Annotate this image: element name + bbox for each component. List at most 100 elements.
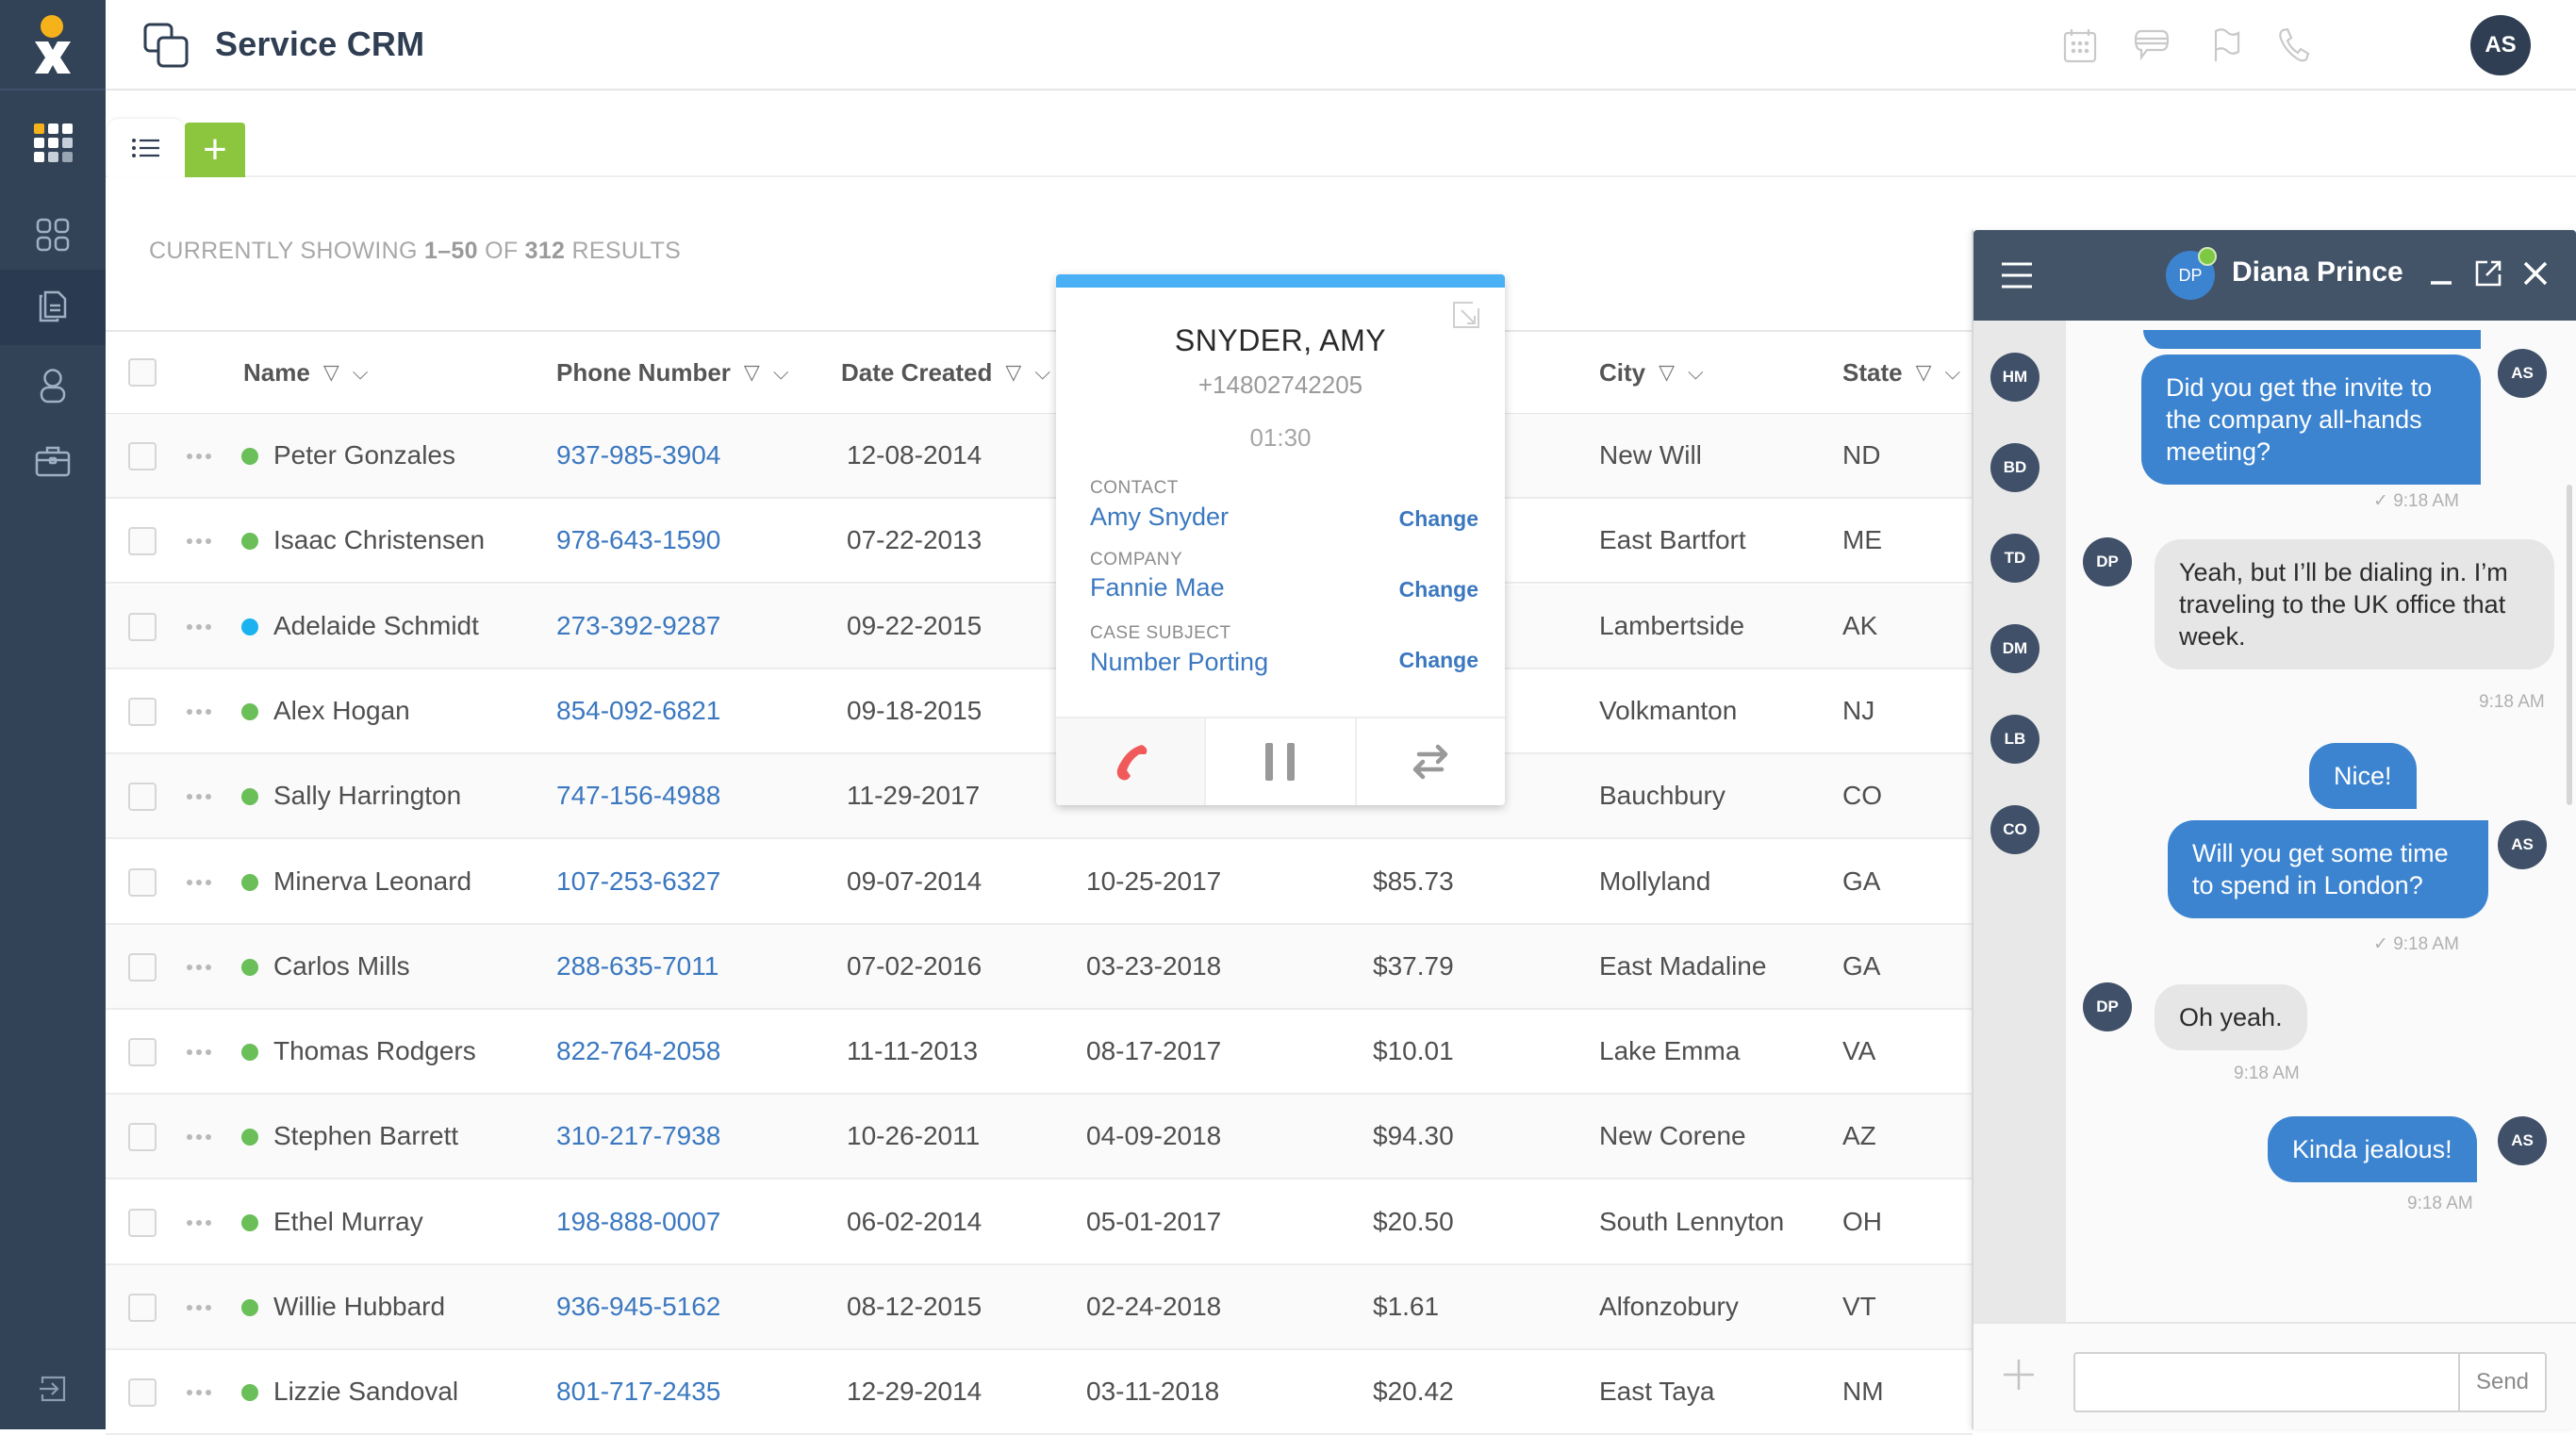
sidebar-item-apps[interactable] (0, 104, 106, 181)
row-actions-more-icon[interactable] (187, 1390, 211, 1396)
row-checkbox[interactable] (128, 1294, 157, 1322)
row-checkbox[interactable] (128, 1378, 157, 1408)
cell-phone[interactable]: 801-717-2435 (556, 1350, 720, 1433)
cell-name[interactable]: Thomas Rodgers (273, 1010, 476, 1093)
cell-name[interactable]: Lizzie Sandoval (273, 1350, 458, 1433)
row-actions-more-icon[interactable] (187, 794, 211, 800)
company-value[interactable]: Fannie Mae (1090, 573, 1225, 602)
cell-phone[interactable]: 822-764-2058 (556, 1010, 720, 1093)
sidebar-item-contacts[interactable] (0, 347, 106, 424)
sidebar-item-companies[interactable] (0, 422, 106, 500)
rail-contact-avatar[interactable]: DM (1990, 624, 2039, 673)
sidebar-item-dashboard[interactable] (0, 196, 106, 273)
chevron-down-icon[interactable]: ⌵ (1688, 360, 1704, 385)
column-header-city[interactable]: City ▽ ⌵ (1599, 332, 1704, 413)
table-row[interactable]: Alex Hogan 854-092-6821 09-18-2015 Volkmant… (106, 668, 1973, 754)
menu-icon[interactable] (1998, 258, 2036, 292)
table-row[interactable]: Thomas Rodgers 822-764-2058 11-11-2013 08-1… (106, 1010, 1973, 1096)
phone-button[interactable] (2274, 26, 2312, 64)
cell-phone[interactable]: 107-253-6327 (556, 840, 720, 923)
row-actions-more-icon[interactable] (187, 538, 211, 545)
cell-phone[interactable]: 936-945-5162 (556, 1265, 720, 1348)
table-row[interactable]: Willie Hubbard 936-945-5162 08-12-2015 02-2… (106, 1265, 1973, 1350)
table-row[interactable]: Minerva Leonard 107-253-6327 09-07-2014 10-… (106, 839, 1973, 925)
table-row[interactable]: Stephen Barrett 310-217-7938 10-26-2011 04-… (106, 1095, 1973, 1180)
table-row[interactable]: Adelaide Schmidt 273-392-9287 09-22-2015 La… (106, 584, 1973, 669)
cell-name[interactable]: Sally Harrington (273, 754, 461, 837)
rail-contact-avatar[interactable]: BD (1990, 443, 2039, 492)
filter-icon[interactable]: ▽ (1916, 360, 1932, 385)
table-row[interactable]: Peter Gonzales 937-985-3904 12-08-2014 New … (106, 414, 1973, 499)
row-actions-more-icon[interactable] (187, 1219, 211, 1226)
row-actions-more-icon[interactable] (187, 1134, 211, 1141)
change-contact-button[interactable]: Change (1399, 506, 1478, 532)
cell-name[interactable]: Carlos Mills (273, 925, 410, 1008)
row-actions-more-icon[interactable] (187, 964, 211, 970)
chevron-down-icon[interactable]: ⌵ (1034, 360, 1050, 385)
cell-name[interactable]: Minerva Leonard (273, 840, 471, 923)
row-actions-more-icon[interactable] (187, 1305, 211, 1311)
select-all-checkbox[interactable] (128, 358, 157, 387)
sidebar-item-cases[interactable] (0, 270, 106, 345)
contact-value[interactable]: Amy Snyder (1090, 503, 1229, 532)
row-checkbox[interactable] (128, 697, 157, 726)
filter-icon[interactable]: ▽ (1005, 360, 1021, 385)
cell-phone[interactable]: 288-635-7011 (556, 925, 718, 1008)
chat-scrollbar[interactable] (2567, 485, 2572, 805)
tab-list-view[interactable] (107, 119, 185, 177)
cell-phone[interactable]: 198-888-0007 (556, 1180, 720, 1263)
column-header-name[interactable]: Name ▽ ⌵ (243, 332, 368, 413)
cell-phone[interactable]: 310-217-7938 (556, 1095, 720, 1178)
cell-name[interactable]: Stephen Barrett (273, 1095, 458, 1178)
row-actions-more-icon[interactable] (187, 454, 211, 459)
table-row[interactable]: Lizzie Sandoval 801-717-2435 12-29-2014 03-… (106, 1350, 1973, 1435)
add-tab-button[interactable]: + (185, 123, 245, 177)
user-avatar[interactable]: AS (2470, 15, 2531, 75)
rail-contact-avatar[interactable]: HM (1990, 353, 2039, 402)
popout-button[interactable] (2471, 256, 2505, 290)
cell-name[interactable]: Ethel Murray (273, 1180, 423, 1263)
chevron-down-icon[interactable]: ⌵ (773, 360, 789, 385)
row-checkbox[interactable] (128, 1038, 157, 1067)
cell-name[interactable]: Isaac Christensen (273, 499, 485, 582)
change-case-subject-button[interactable]: Change (1399, 648, 1478, 673)
chevron-down-icon[interactable]: ⌵ (1945, 360, 1961, 385)
sidebar-logout[interactable] (0, 1350, 106, 1427)
row-checkbox[interactable] (128, 952, 157, 981)
row-checkbox[interactable] (128, 783, 157, 812)
chat-button[interactable] (2133, 26, 2171, 64)
row-actions-more-icon[interactable] (187, 1049, 211, 1056)
add-attachment-icon[interactable] (2000, 1356, 2038, 1394)
transfer-button[interactable] (1357, 718, 1505, 805)
send-button[interactable]: Send (2458, 1352, 2547, 1412)
row-checkbox[interactable] (128, 1208, 157, 1237)
row-checkbox[interactable] (128, 527, 157, 556)
hang-up-button[interactable] (1056, 718, 1207, 805)
table-row[interactable]: Carlos Mills 288-635-7011 07-02-2016 03-23-… (106, 924, 1973, 1010)
row-checkbox[interactable] (128, 867, 157, 897)
table-row[interactable]: Isaac Christensen 978-643-1590 07-22-2013 E… (106, 499, 1973, 585)
rail-contact-avatar[interactable]: LB (1990, 715, 2039, 764)
cell-phone[interactable]: 747-156-4988 (556, 754, 720, 837)
minimize-button[interactable] (2424, 256, 2458, 290)
flag-button[interactable] (2208, 26, 2246, 64)
filter-icon[interactable]: ▽ (744, 360, 760, 385)
app-logo[interactable] (0, 0, 106, 91)
cell-phone[interactable]: 273-392-9287 (556, 585, 720, 668)
table-row[interactable]: Ethel Murray 198-888-0007 06-02-2014 05-01-… (106, 1179, 1973, 1265)
column-header-phone[interactable]: Phone Number ▽ ⌵ (556, 332, 789, 413)
cell-name[interactable]: Willie Hubbard (273, 1265, 445, 1348)
message-input[interactable] (2073, 1352, 2458, 1412)
row-checkbox[interactable] (128, 612, 157, 641)
row-checkbox[interactable] (128, 442, 157, 470)
change-company-button[interactable]: Change (1399, 577, 1478, 602)
case-subject-value[interactable]: Number Porting (1090, 648, 1268, 677)
column-header-date-created[interactable]: Date Created ▽ ⌵ (841, 332, 1050, 413)
row-actions-more-icon[interactable] (187, 623, 211, 630)
cell-name[interactable]: Adelaide Schmidt (273, 585, 479, 668)
filter-icon[interactable]: ▽ (1659, 360, 1675, 385)
calendar-button[interactable] (2061, 26, 2099, 64)
cell-name[interactable]: Peter Gonzales (273, 414, 455, 497)
cell-phone[interactable]: 854-092-6821 (556, 669, 720, 752)
chevron-down-icon[interactable]: ⌵ (353, 360, 369, 385)
